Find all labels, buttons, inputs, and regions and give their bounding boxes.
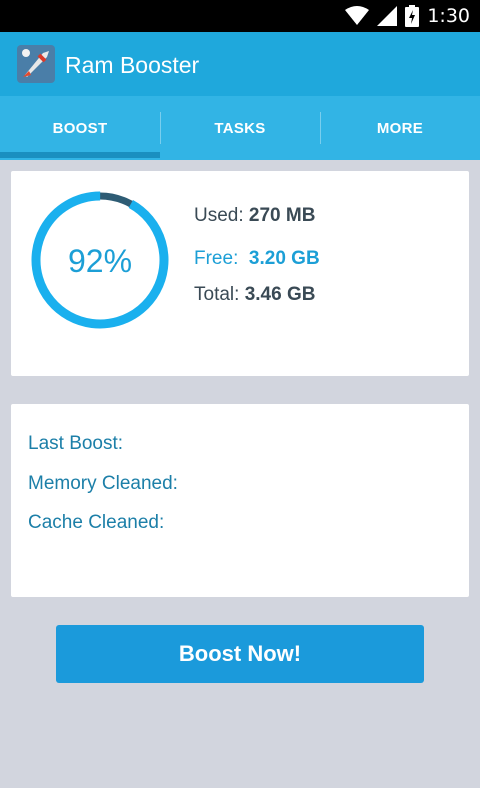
last-boost-label: Last Boost:: [28, 433, 124, 454]
total-label: Total:: [194, 284, 240, 305]
rocket-logo-icon: [17, 45, 55, 83]
app-bar: Ram Booster: [0, 32, 480, 96]
used-label: Used:: [194, 205, 244, 226]
status-icons: 1:30: [345, 0, 470, 32]
tab-bar: BOOST TASKS MORE: [0, 96, 480, 160]
memory-percent: 92%: [67, 243, 133, 279]
boost-now-button[interactable]: Boost Now!: [56, 625, 424, 683]
status-time: 1:30: [427, 5, 470, 27]
signal-icon: [377, 6, 398, 26]
tab-boost[interactable]: BOOST: [0, 96, 160, 160]
memory-cleaned-label: Memory Cleaned:: [28, 473, 178, 494]
total-value: 3.46 GB: [244, 284, 316, 305]
status-bar: 1:30: [0, 0, 480, 32]
total-stat: Total: 3.46 GB: [194, 284, 315, 306]
app-title: Ram Booster: [65, 52, 200, 78]
wifi-icon: [345, 6, 370, 25]
memory-card: 92% Used: 270 MB Free: 3.20 GB Total: 3.…: [11, 171, 469, 376]
cache-cleaned-label: Cache Cleaned:: [28, 512, 165, 533]
free-label: Free:: [194, 248, 239, 269]
free-stat: Free: 3.20 GB: [194, 248, 320, 270]
used-stat: Used: 270 MB: [194, 205, 315, 227]
used-value: 270 MB: [248, 205, 316, 226]
battery-icon: [405, 5, 420, 27]
free-value: 3.20 GB: [248, 248, 320, 269]
tab-tasks[interactable]: TASKS: [160, 96, 320, 160]
tab-selected-indicator: [0, 152, 160, 158]
tab-more[interactable]: MORE: [320, 96, 480, 160]
boost-info-card: Last Boost: Memory Cleaned: Cache Cleane…: [11, 404, 469, 597]
